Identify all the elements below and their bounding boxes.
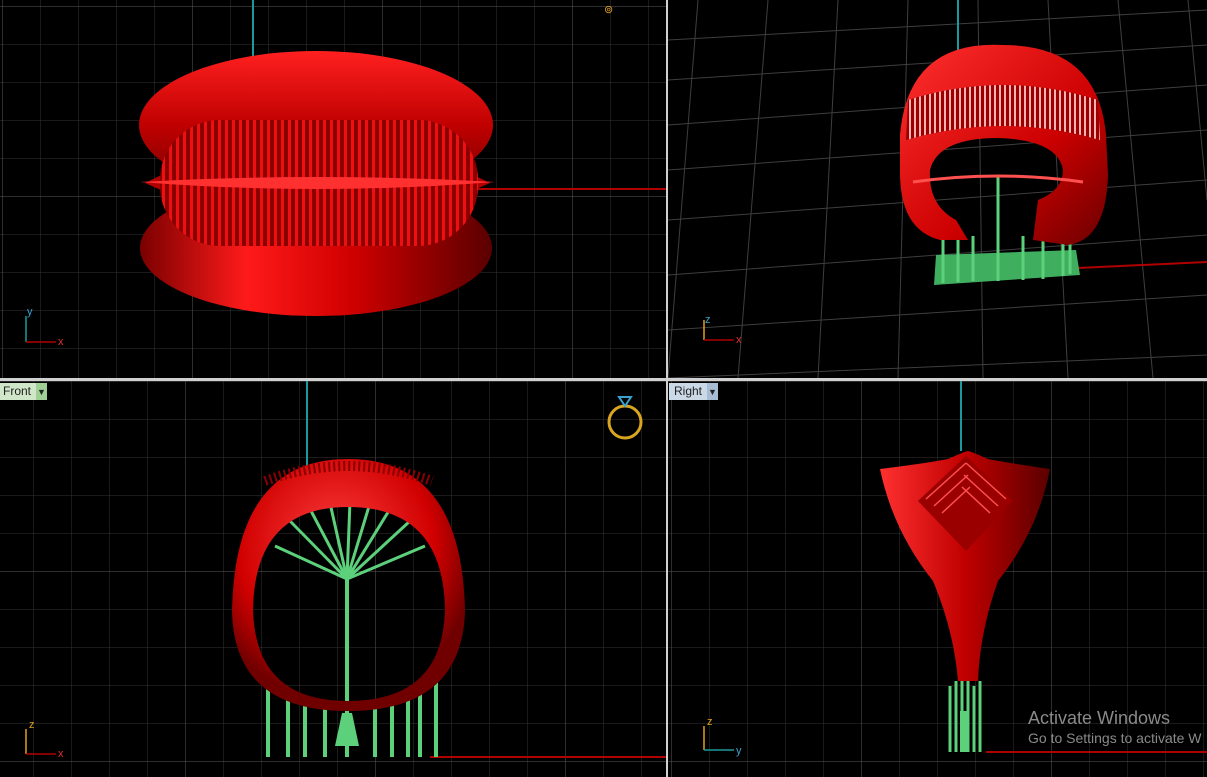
viewport-divider-vertical[interactable] <box>666 0 668 777</box>
watermark-subtitle: Go to Settings to activate W <box>1028 730 1202 746</box>
svg-text:z: z <box>705 314 711 326</box>
svg-text:z: z <box>707 716 713 728</box>
svg-text:x: x <box>58 748 64 760</box>
svg-text:y: y <box>27 306 33 318</box>
viewport-label-right: Right <box>669 383 708 400</box>
gumball-icon: ⊚ <box>604 4 613 16</box>
viewport-top[interactable]: ⊚ y x <box>0 0 666 378</box>
front-view-canvas[interactable]: z x <box>0 381 666 777</box>
viewport-divider-horizontal[interactable] <box>0 378 1207 381</box>
svg-text:y: y <box>736 745 742 757</box>
viewport-front[interactable]: z x Front ▼ <box>0 381 666 777</box>
chevron-down-icon[interactable]: ▼ <box>707 383 719 400</box>
perspective-view-canvas[interactable]: z x <box>668 0 1207 378</box>
chevron-down-icon[interactable]: ▼ <box>36 383 48 400</box>
activate-windows-watermark: Activate Windows Go to Settings to activ… <box>1028 707 1202 747</box>
svg-text:x: x <box>736 334 742 346</box>
top-view-canvas[interactable]: ⊚ y x <box>0 0 666 378</box>
ring-model-top[interactable] <box>139 51 495 316</box>
viewport-label-front: Front <box>0 383 37 400</box>
viewport-tab-front[interactable]: Front ▼ <box>0 383 48 400</box>
axis-indicator-persp: z x <box>703 314 742 346</box>
watermark-title: Activate Windows <box>1028 708 1171 728</box>
viewport-perspective[interactable]: z x <box>668 0 1207 378</box>
svg-text:z: z <box>29 719 35 731</box>
perspective-grid <box>668 0 1207 378</box>
viewport-tab-right[interactable]: Right ▼ <box>669 383 719 400</box>
svg-text:x: x <box>58 336 64 348</box>
